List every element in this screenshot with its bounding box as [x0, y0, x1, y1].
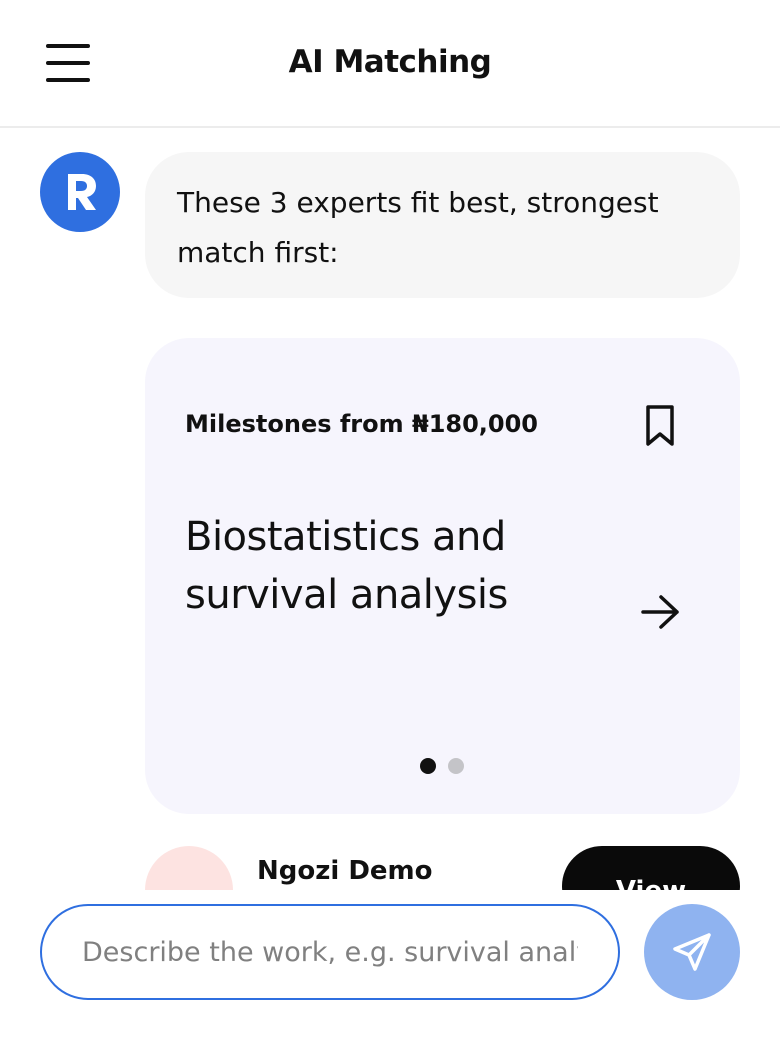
- carousel-dot-2[interactable]: [448, 758, 464, 774]
- message-input[interactable]: [42, 906, 618, 998]
- bot-message-bubble: These 3 experts fit best, strongest matc…: [145, 152, 740, 298]
- arrow-right-icon[interactable]: [639, 592, 683, 632]
- card-title: Biostatistics and survival analysis: [185, 514, 508, 618]
- bookmark-icon[interactable]: [640, 404, 680, 448]
- expert-name: Ngozi Demo: [257, 856, 433, 886]
- view-expert-button[interactable]: View: [562, 846, 740, 890]
- carousel-dots: [420, 758, 464, 774]
- send-icon: [673, 933, 711, 971]
- message-composer: [0, 890, 780, 1040]
- card-price: Milestones from ₦180,000: [185, 410, 539, 438]
- bot-avatar: [40, 152, 120, 232]
- message-input-wrapper[interactable]: [40, 904, 620, 1000]
- expert-list-item[interactable]: ND Ngozi Demo View: [145, 846, 740, 890]
- bot-logo-icon: [68, 174, 96, 210]
- expert-match-card[interactable]: Milestones from ₦180,000 Biostatistics a…: [145, 338, 740, 814]
- send-button[interactable]: [644, 904, 740, 1000]
- carousel-dot-1[interactable]: [420, 758, 436, 774]
- page-title: AI Matching: [288, 44, 492, 80]
- app-header: AI Matching: [0, 0, 780, 128]
- expert-avatar: ND: [145, 846, 233, 890]
- chat-thread[interactable]: These 3 experts fit best, strongest matc…: [0, 130, 780, 890]
